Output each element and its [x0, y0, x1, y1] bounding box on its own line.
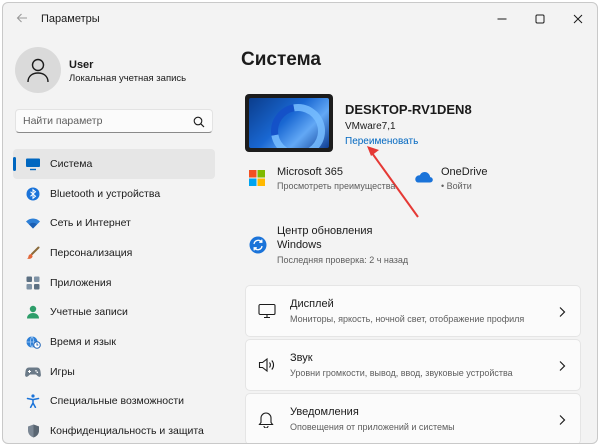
arrow-left-icon — [16, 13, 27, 23]
device-thumbnail — [245, 94, 333, 152]
sidebar-item-time-language[interactable]: Время и язык — [13, 327, 215, 357]
device-name: DESKTOP-RV1DEN8 — [345, 102, 472, 117]
search-icon[interactable] — [193, 115, 205, 133]
sidebar-item-gaming[interactable]: Игры — [13, 357, 215, 387]
title-bar: Параметры — [3, 3, 597, 35]
close-button[interactable] — [559, 7, 597, 31]
globe-clock-icon — [25, 334, 41, 350]
wallpaper-preview — [249, 98, 329, 148]
sidebar-nav: Система Bluetooth и устройства Сеть и Ин… — [13, 149, 215, 443]
display-settings-card[interactable]: Дисплей Мониторы, яркость, ночной свет, … — [245, 285, 581, 337]
card-subtitle: Оповещения от приложений и системы — [290, 422, 455, 432]
windows-update-tile[interactable]: Центр обновления Windows Последняя провер… — [249, 224, 449, 268]
gamepad-icon — [25, 364, 41, 380]
card-title: Уведомления — [290, 406, 359, 418]
tile-title: Центр обновления Windows — [277, 224, 372, 252]
minimize-button[interactable] — [483, 7, 521, 31]
bell-icon — [258, 411, 276, 429]
card-title: Дисплей — [290, 298, 334, 310]
sidebar-item-label: Конфиденциальность и защита — [50, 425, 204, 438]
sidebar-item-label: Bluetooth и устройства — [50, 187, 161, 200]
tile-subtitle: Последняя проверка: 2 ч назад — [277, 255, 409, 265]
microsoft-365-icon — [249, 170, 267, 188]
page-title: Система — [241, 49, 321, 70]
sidebar-item-label: Специальные возможности — [50, 395, 185, 408]
user-icon — [27, 58, 49, 83]
sidebar-item-label: Приложения — [50, 276, 112, 289]
sidebar-item-accounts[interactable]: Учетные записи — [13, 297, 215, 327]
onedrive-cloud-icon — [413, 170, 433, 188]
chevron-right-icon — [558, 413, 568, 427]
paintbrush-icon — [25, 245, 41, 261]
tile-title: Microsoft 365 — [277, 166, 344, 178]
search-box[interactable] — [15, 109, 213, 133]
onedrive-tile[interactable]: OneDrive • Войти — [413, 166, 533, 196]
sidebar-item-personalization[interactable]: Персонализация — [13, 238, 215, 268]
bluetooth-icon — [25, 186, 41, 202]
card-subtitle: Мониторы, яркость, ночной свет, отображе… — [290, 314, 525, 324]
card-subtitle: Уровни громкости, вывод, ввод, звуковые … — [290, 368, 513, 378]
close-icon — [573, 14, 583, 24]
chevron-right-icon — [558, 359, 568, 373]
sidebar-item-label: Сеть и Интернет — [50, 217, 131, 230]
microsoft-365-tile[interactable]: Microsoft 365 Просмотреть преимущества — [249, 166, 399, 196]
maximize-icon — [535, 14, 545, 24]
system-monitor-icon — [25, 156, 41, 172]
person-icon — [25, 304, 41, 320]
sidebar-item-network[interactable]: Сеть и Интернет — [13, 208, 215, 238]
sidebar-item-label: Время и язык — [50, 335, 116, 348]
back-button[interactable] — [11, 9, 33, 29]
wifi-icon — [25, 215, 41, 231]
sidebar-item-accessibility[interactable]: Специальные возможности — [13, 387, 215, 417]
tile-subtitle: • Войти — [441, 181, 472, 191]
accessibility-icon — [25, 393, 41, 409]
settings-window: Параметры User Локальная учетная запись … — [2, 2, 598, 444]
minimize-icon — [497, 18, 507, 20]
tile-title-line1: Центр обновления — [277, 225, 373, 237]
user-name: User — [69, 59, 94, 71]
sidebar-item-label: Персонализация — [50, 246, 133, 259]
notifications-settings-card[interactable]: Уведомления Оповещения от приложений и с… — [245, 393, 581, 443]
sidebar-item-label: Учетные записи — [50, 306, 128, 319]
sound-settings-card[interactable]: Звук Уровни громкости, вывод, ввод, звук… — [245, 339, 581, 391]
display-icon — [258, 303, 276, 321]
avatar[interactable] — [15, 47, 61, 93]
tile-title-line2: Windows — [277, 239, 322, 251]
app-title: Параметры — [41, 13, 100, 25]
tile-subtitle: Просмотреть преимущества — [277, 181, 396, 191]
tile-title: OneDrive — [441, 166, 488, 178]
speaker-icon — [258, 357, 276, 375]
sidebar-item-bluetooth[interactable]: Bluetooth и устройства — [13, 179, 215, 209]
windows-update-icon — [249, 236, 267, 254]
sidebar-item-label: Система — [50, 157, 93, 170]
apps-icon — [25, 275, 41, 291]
maximize-button[interactable] — [521, 7, 559, 31]
account-type: Локальная учетная запись — [69, 73, 187, 84]
sidebar-item-privacy[interactable]: Конфиденциальность и защита — [13, 416, 215, 443]
sidebar-item-label: Игры — [50, 365, 75, 378]
shield-icon — [25, 423, 41, 439]
sidebar-item-apps[interactable]: Приложения — [13, 268, 215, 298]
sidebar-item-system[interactable]: Система — [13, 149, 215, 179]
card-title: Звук — [290, 352, 313, 364]
chevron-right-icon — [558, 305, 568, 319]
device-model: VMware7,1 — [345, 121, 396, 132]
search-input[interactable] — [23, 114, 183, 128]
